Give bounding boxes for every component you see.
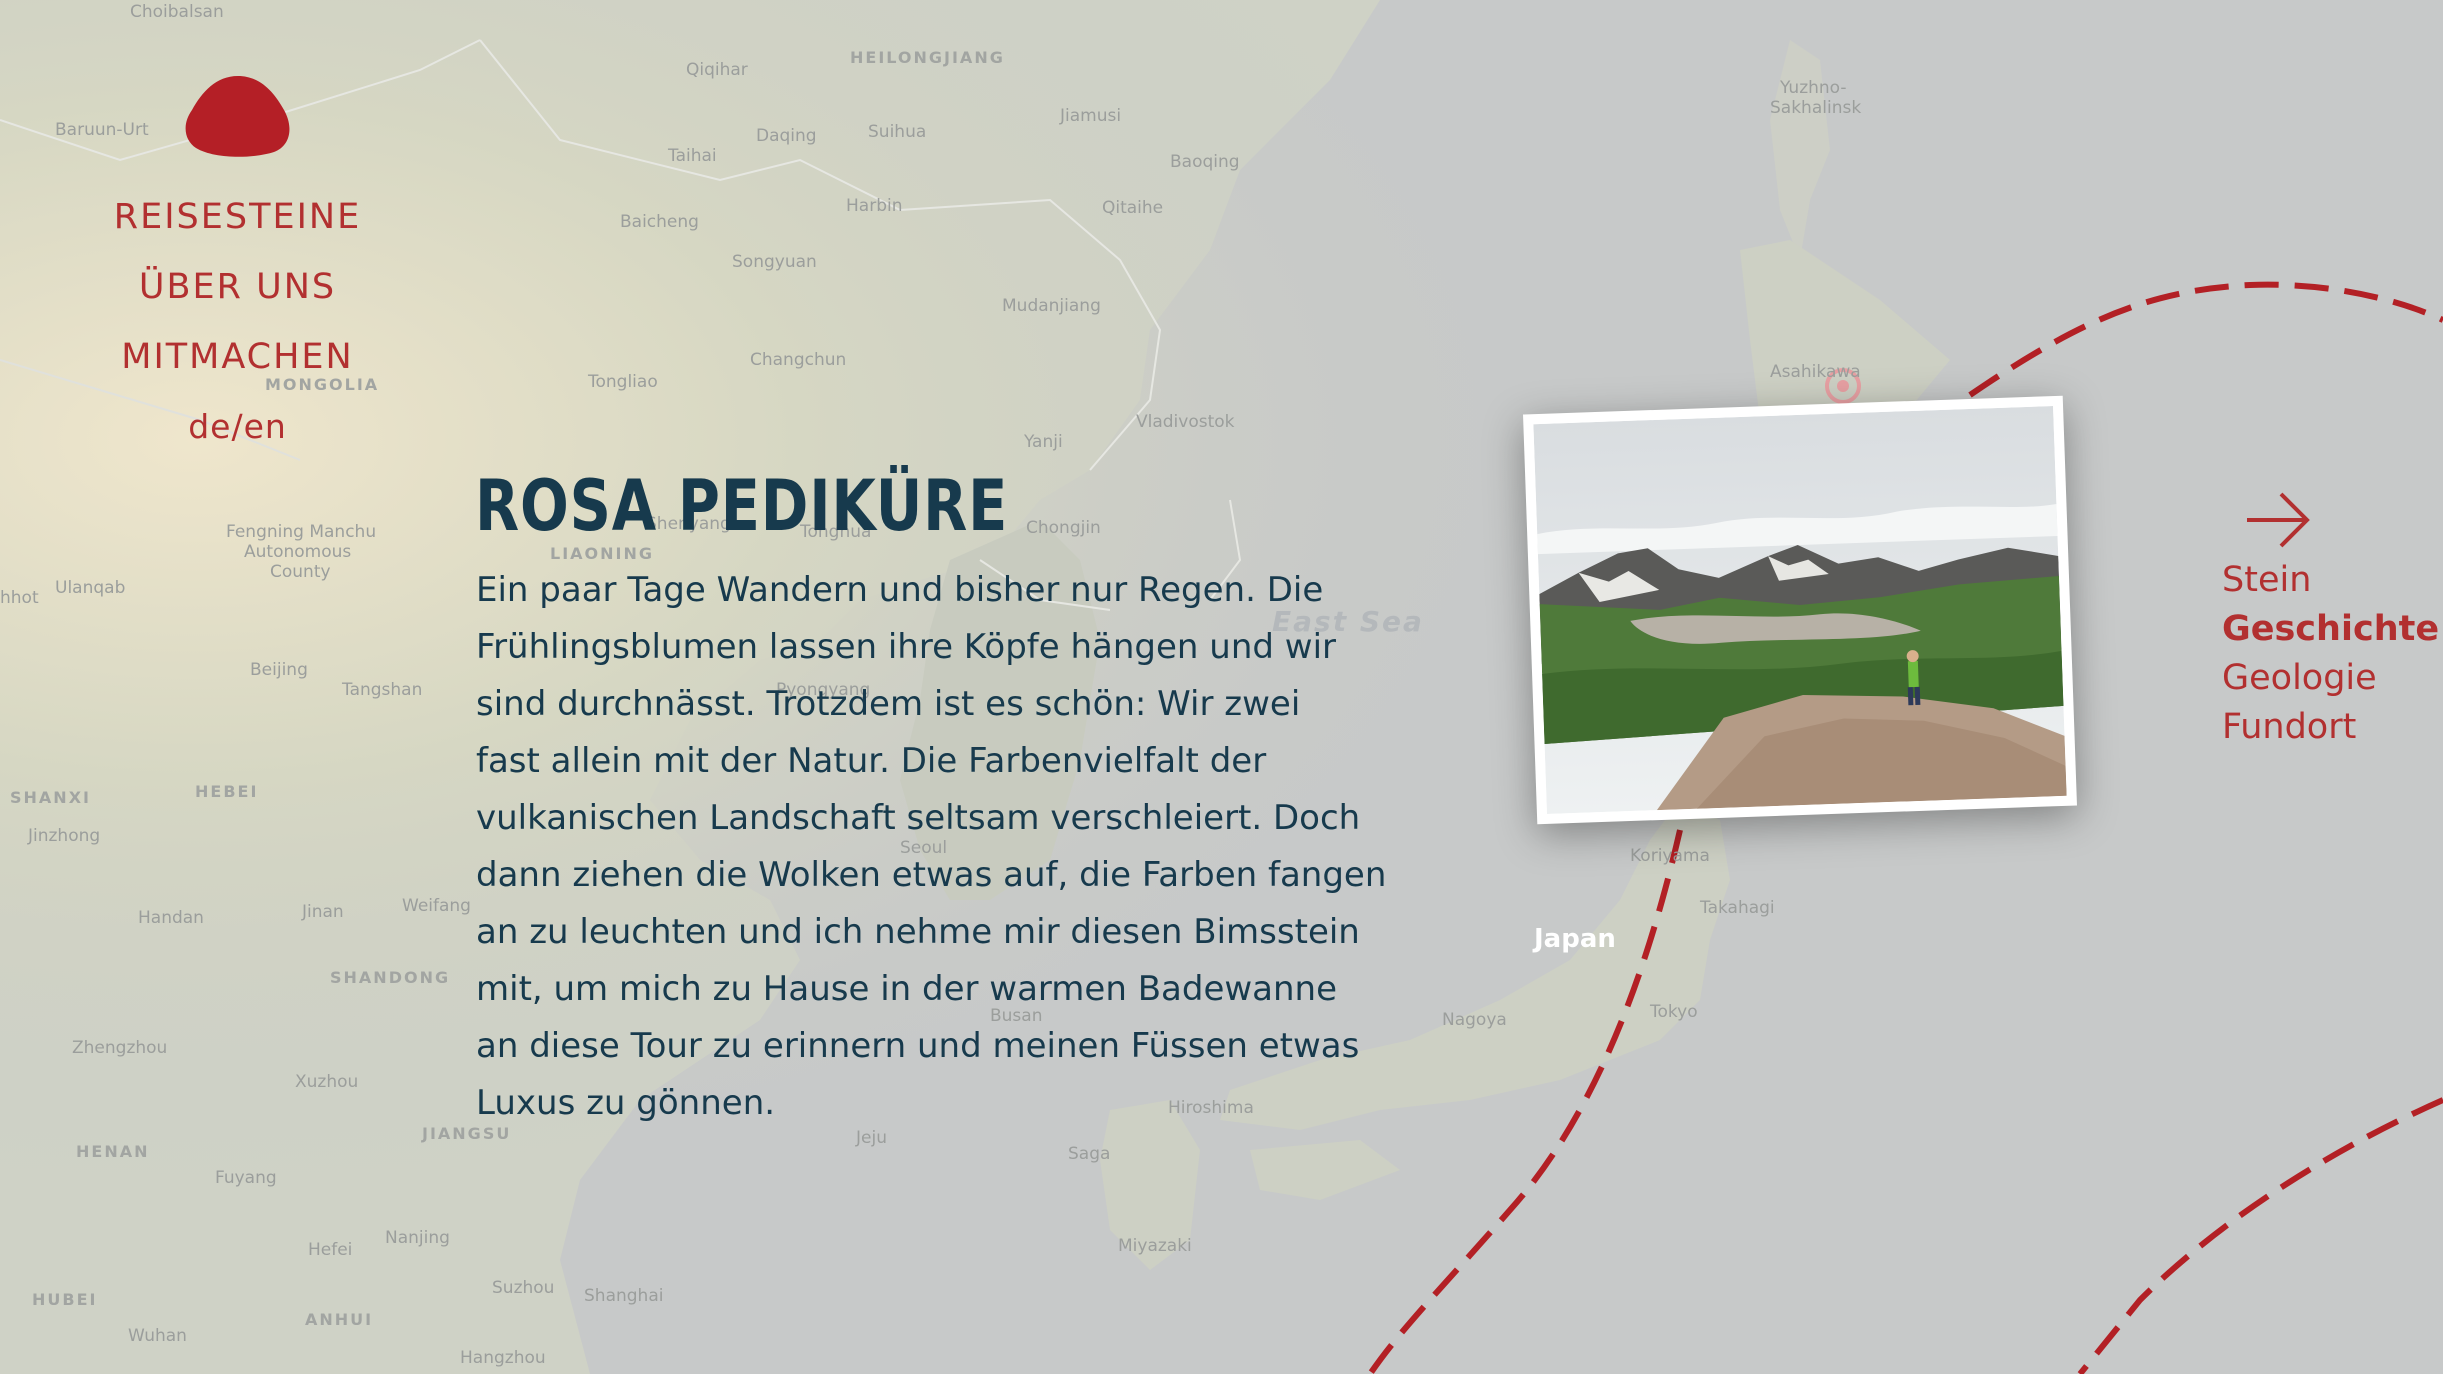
map-label: Tokyo [1650,1002,1698,1022]
map-label: Chongjin [1026,518,1101,538]
map-label: Hangzhou [460,1348,546,1368]
map-label: Xuzhou [295,1072,359,1092]
story-title: ROSA PEDIKÜRE [475,464,1009,547]
map-label: HUBEI [32,1290,98,1309]
map-label: Miyazaki [1118,1236,1192,1256]
story-line: fast allein mit der Natur. Die Farbenvie… [476,741,1267,781]
map-label: Takahagi [1700,898,1775,918]
map-label: Shanghai [584,1286,664,1306]
nav-ueber-uns[interactable]: ÜBER UNS [90,252,385,322]
story-line: mit, um mich zu Hause in der warmen Bade… [476,969,1338,1009]
map-label: Jiamusi [1060,106,1122,126]
map-label: SHANXI [10,788,91,807]
story-line: an diese Tour zu erinnern und meinen Füs… [476,1026,1360,1066]
map-label: Qitaihe [1102,198,1164,218]
volcanic-landscape-image [1533,406,2067,814]
map-label: Jinzhong [28,826,101,846]
map-label: Zhengzhou [72,1038,168,1058]
story-line: vulkanischen Landschaft seltsam verschle… [476,798,1361,838]
side-nav-stein[interactable]: Stein [2222,556,2437,605]
map-label: Ulanqab [55,578,126,598]
arrow-right-icon[interactable] [2245,490,2311,550]
map-label: Mudanjiang [1002,296,1101,316]
map-label: Japan [1534,924,1616,954]
map-label: Weifang [402,896,471,916]
map-label: Songyuan [732,252,817,272]
map-label: SHANDONG [330,968,451,987]
map-label: Tangshan [342,680,423,700]
map-label: Jinan [302,902,344,922]
story-text: Ein paar Tage Wandern und bisher nur Reg… [476,562,1516,1132]
story-line: Luxus zu gönnen. [476,1083,776,1123]
side-nav-geologie[interactable]: Geologie [2222,654,2437,703]
side-nav-geschichte[interactable]: Geschichte [2222,605,2439,654]
map-label: Suihua [868,122,927,142]
map-label: Hefei [308,1240,353,1260]
nav-mitmachen[interactable]: MITMACHEN [90,322,385,392]
map-label: Tongliao [588,372,658,392]
story-line: dann ziehen die Wolken etwas auf, die Fa… [476,855,1387,895]
map-label: Fuyang [215,1168,277,1188]
map-label: HEILONGJIANG [850,48,1005,67]
map-label: Fengning Manchu [226,522,377,542]
story-line: Ein paar Tage Wandern und bisher nur Reg… [476,570,1324,610]
red-stone-icon[interactable] [182,70,294,162]
side-nav-fundort[interactable]: Fundort [2222,703,2437,752]
story-photo [1523,395,2077,825]
main-nav: REISESTEINE ÜBER UNS MITMACHEN de/en [90,70,385,462]
map-label: Nanjing [385,1228,450,1248]
map-label: HEBEI [195,782,259,801]
map-label: Koriyama [1630,846,1710,866]
map-label: Taihai [668,146,717,166]
map-label: Autonomous [244,542,352,562]
map-label: Wuhan [128,1326,187,1346]
map-label: Qiqihar [686,60,748,80]
map-label: Baoqing [1170,152,1240,172]
map-label: County [270,562,331,582]
map-label: Beijing [250,660,308,680]
nav-reisesteine[interactable]: REISESTEINE [90,182,385,252]
map-label: HENAN [76,1142,150,1161]
story-line: Frühlingsblumen lassen ihre Köpfe hängen… [476,627,1336,667]
story-line: an zu leuchten und ich nehme mir diesen … [476,912,1360,952]
map-label: Yuzhno- [1780,78,1847,98]
map-label: Handan [138,908,204,928]
map-label: Asahikawa [1770,362,1861,382]
map-label: Choibalsan [130,2,224,22]
map-label: hhot [0,588,39,608]
map-label: Suzhou [492,1278,555,1298]
map-label: Changchun [750,350,847,370]
map-label: Saga [1068,1144,1111,1164]
language-switch[interactable]: de/en [90,392,385,462]
story-line: sind durchnässt. Trotzdem ist es schön: … [476,684,1301,724]
map-label: Yanji [1024,432,1063,452]
map-label: ANHUI [305,1310,374,1329]
story-side-nav: Stein Geschichte Geologie Fundort [2222,490,2439,752]
map-label: Daqing [756,126,817,146]
map-label: Sakhalinsk [1770,98,1862,118]
map-label: Vladivostok [1136,412,1235,432]
map-label: Baicheng [620,212,699,232]
map-label: Harbin [846,196,903,216]
